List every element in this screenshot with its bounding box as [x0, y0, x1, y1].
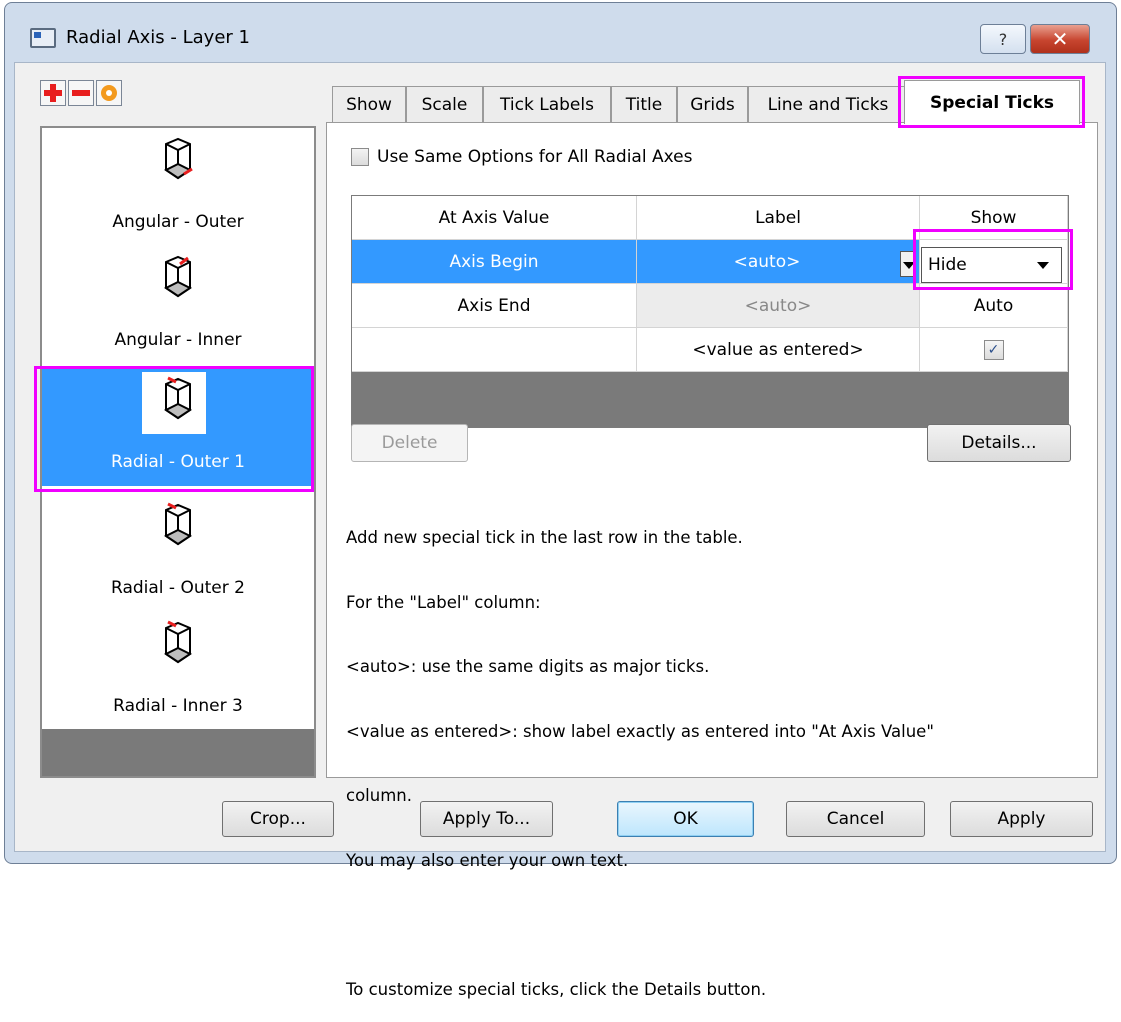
cell-new-row-label[interactable]: <value as entered>: [637, 328, 920, 372]
cell-new-row-show[interactable]: ✓: [920, 328, 1068, 372]
axis-item-label: Angular - Outer: [112, 212, 244, 232]
remove-axis-button[interactable]: [68, 80, 94, 106]
axis-item-angular-outer[interactable]: Angular - Outer: [42, 128, 314, 246]
apply-to-button[interactable]: Apply To...: [420, 801, 553, 837]
same-options-label: Use Same Options for All Radial Axes: [377, 147, 693, 167]
help-line: To customize special ticks, click the De…: [346, 979, 767, 999]
help-line: For the "Label" column:: [346, 592, 541, 612]
tab-title[interactable]: Title: [611, 86, 677, 122]
minus-icon: [72, 90, 90, 96]
cancel-button[interactable]: Cancel: [786, 801, 925, 837]
axis-item-radial-inner-3[interactable]: Radial - Inner 3: [42, 612, 314, 730]
crop-button[interactable]: Crop...: [222, 801, 334, 837]
tab-tick-labels[interactable]: Tick Labels: [483, 86, 611, 122]
app-window-icon: [30, 28, 56, 48]
add-axis-button[interactable]: [40, 80, 66, 106]
cell-new-row-value[interactable]: [352, 328, 637, 372]
axis-item-label: Radial - Outer 2: [111, 578, 245, 598]
axis-item-radial-outer-2[interactable]: Radial - Outer 2: [42, 494, 314, 612]
axis-item-label: Radial - Inner 3: [113, 696, 243, 716]
axis-item-label: Angular - Inner: [114, 330, 242, 350]
cell-axis-begin-label[interactable]: <auto>: [637, 240, 920, 284]
tab-scale[interactable]: Scale: [406, 86, 483, 122]
help-text: Add new special tick in the last row in …: [346, 484, 934, 1022]
axis-cube-icon: [164, 137, 193, 180]
axis-item-angular-inner[interactable]: Angular - Inner: [42, 246, 314, 364]
reset-axis-button[interactable]: [96, 80, 122, 106]
help-button[interactable]: ?: [980, 24, 1026, 54]
column-header-at-axis-value[interactable]: At Axis Value: [352, 196, 637, 240]
help-line: <auto>: use the same digits as major tic…: [346, 657, 710, 676]
axis-cube-icon: [164, 255, 192, 298]
same-options-checkbox[interactable]: [351, 148, 369, 166]
cell-axis-end-value[interactable]: Axis End: [352, 284, 637, 328]
help-line: [346, 914, 934, 936]
details-button[interactable]: Details...: [927, 424, 1071, 462]
tab-line-and-ticks[interactable]: Line and Ticks: [748, 86, 908, 122]
cell-axis-end-show[interactable]: Auto: [920, 284, 1068, 328]
cell-axis-end-label: <auto>: [637, 284, 920, 328]
axis-list-empty-area: [42, 729, 314, 776]
help-line: You may also enter your own text.: [346, 850, 629, 870]
highlight-box-show-select: [913, 229, 1073, 290]
close-button[interactable]: ✕: [1030, 24, 1090, 54]
apply-button[interactable]: Apply: [950, 801, 1093, 837]
column-header-label[interactable]: Label: [637, 196, 920, 240]
window-title: Radial Axis - Layer 1: [66, 27, 250, 48]
axis-cube-icon: [164, 620, 192, 664]
cell-axis-begin-value[interactable]: Axis Begin: [352, 240, 637, 284]
tab-grids[interactable]: Grids: [677, 86, 748, 122]
ok-button[interactable]: OK: [617, 801, 754, 837]
tab-special-ticks[interactable]: Special Ticks: [904, 80, 1080, 124]
show-checkbox[interactable]: ✓: [983, 339, 1004, 360]
help-line: Add new special tick in the last row in …: [346, 528, 743, 547]
circle-icon: [101, 85, 117, 101]
highlight-box-selected-axis: [34, 366, 314, 492]
tab-show[interactable]: Show: [332, 86, 406, 122]
axis-cube-icon: [164, 502, 192, 546]
plus-icon: [44, 84, 62, 102]
delete-button[interactable]: Delete: [351, 424, 468, 462]
help-line: <value as entered>: show label exactly a…: [346, 721, 934, 741]
